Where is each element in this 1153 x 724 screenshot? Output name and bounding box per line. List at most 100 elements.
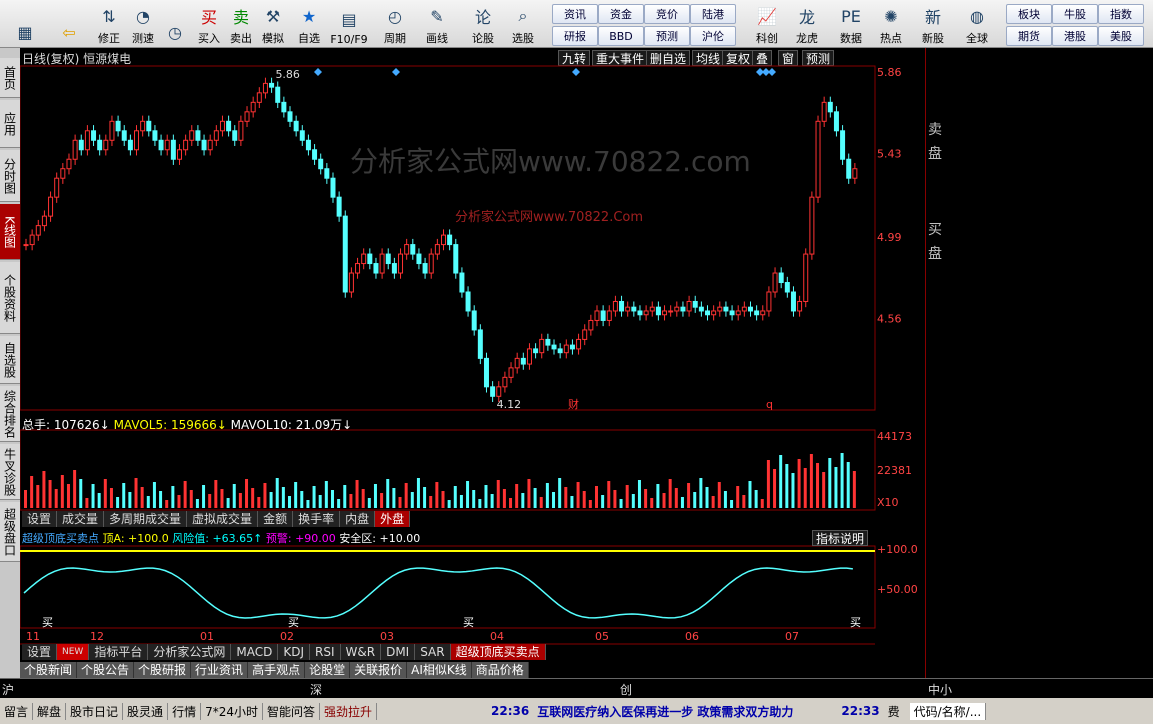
indicator-tab[interactable]: RSI: [310, 644, 341, 660]
buy-button[interactable]: 买买入: [192, 2, 226, 46]
arrow-up-down-button[interactable]: ⇅ 修正: [92, 2, 126, 46]
left-tab[interactable]: 分时图: [0, 150, 20, 202]
indicator-help-button[interactable]: 指标说明: [812, 530, 869, 546]
toolbar-small-button[interactable]: 板块: [1006, 4, 1052, 24]
back-button[interactable]: ⇦: [52, 2, 86, 46]
indicator-tab[interactable]: SAR: [415, 644, 451, 660]
index-label[interactable]: 深: [310, 681, 322, 698]
volume-tab[interactable]: 设置: [22, 511, 58, 527]
chart-button[interactable]: 📈 科创: [750, 2, 784, 46]
indicator-tab[interactable]: 分析家公式网: [148, 644, 232, 660]
toolbar-small-button[interactable]: 沪伦: [690, 26, 736, 46]
volume-tab[interactable]: 换手率: [293, 511, 341, 527]
status-button[interactable]: 行情: [168, 702, 202, 720]
index-label[interactable]: 沪: [2, 681, 14, 698]
info-tab[interactable]: 高手观点: [248, 662, 306, 678]
volume-tab[interactable]: 成交量: [57, 511, 105, 527]
candle-body: [772, 272, 778, 293]
indicator-tab[interactable]: 超级顶底买卖点: [450, 644, 546, 660]
left-tab[interactable]: 首页: [0, 58, 20, 98]
candle-body: [54, 177, 60, 198]
indicator-tab[interactable]: 指标平台: [89, 644, 149, 660]
indicator-tab[interactable]: KDJ: [278, 644, 311, 660]
chat-button[interactable]: 论论股: [466, 2, 500, 46]
info-tab[interactable]: 关联报价: [350, 662, 408, 678]
toolbar-small-button[interactable]: BBD: [598, 26, 644, 46]
info-tab[interactable]: 个股公告: [77, 662, 135, 678]
indicator-tab[interactable]: NEW: [57, 644, 90, 660]
toolbar-small-button[interactable]: 研报: [552, 26, 598, 46]
toolbar-small-button[interactable]: 资讯: [552, 4, 598, 24]
toolbar-small-button[interactable]: 资金: [598, 4, 644, 24]
indicator-tab[interactable]: 设置: [22, 644, 58, 660]
hot-button[interactable]: ✺ 热点: [874, 2, 908, 46]
volume-bar: [116, 497, 120, 508]
status-button[interactable]: 7*24小时: [201, 702, 263, 720]
grid-button[interactable]: ▦: [8, 2, 42, 46]
left-tab[interactable]: 应用: [0, 100, 20, 148]
clock-button[interactable]: ◷: [158, 2, 192, 46]
news-tail: 费: [887, 704, 900, 719]
info-tab[interactable]: 商品价格: [471, 662, 529, 678]
left-tab[interactable]: 牛叉诊股: [0, 444, 20, 500]
pe-button[interactable]: PE 数据: [834, 2, 868, 46]
info-tab[interactable]: 论股堂: [305, 662, 351, 678]
search-button[interactable]: ⌕ 选股: [506, 2, 540, 46]
left-tab[interactable]: K线图: [0, 204, 20, 260]
hammer-button[interactable]: ⚒ 模拟: [256, 2, 290, 46]
globe-button[interactable]: ◍ 全球: [960, 2, 994, 46]
volume-bar: [398, 497, 402, 508]
toolbar-small-button[interactable]: 美股: [1098, 26, 1144, 46]
period-button[interactable]: ◴ 周期: [378, 2, 412, 46]
info-tab[interactable]: AI相似K线: [407, 662, 472, 678]
info-tab[interactable]: 个股新闻: [20, 662, 78, 678]
indicator-tab[interactable]: DMI: [381, 644, 416, 660]
toolbar-label: 买入: [198, 32, 220, 45]
index-label[interactable]: 中小: [928, 681, 952, 698]
info-tab[interactable]: 个股研报: [134, 662, 192, 678]
speed-button[interactable]: ◔ 测速: [126, 2, 160, 46]
f10-button[interactable]: ▤ F10/F9: [330, 2, 367, 47]
volume-tab[interactable]: 多周期成交量: [104, 511, 188, 527]
buy-signal: 买: [42, 616, 53, 629]
volume-tab[interactable]: 虚拟成交量: [187, 511, 259, 527]
toolbar-small-button[interactable]: 指数: [1098, 4, 1144, 24]
toolbar-small-button[interactable]: 牛股: [1052, 4, 1098, 24]
bid-row: [926, 256, 1153, 274]
volume-tab[interactable]: 金额: [258, 511, 294, 527]
status-button[interactable]: 股市日记: [66, 702, 124, 720]
status-button[interactable]: 解盘: [33, 702, 67, 720]
toolbar-small-button[interactable]: 期货: [1006, 26, 1052, 46]
star-button[interactable]: ★ 自选: [292, 2, 326, 46]
toolbar-small-button[interactable]: 竞价: [644, 4, 690, 24]
candle-body: [72, 139, 78, 160]
toolbar-label: 修正: [98, 32, 120, 45]
toolbar-small-button[interactable]: 预测: [644, 26, 690, 46]
volume-bar: [656, 484, 660, 508]
globe-icon: ◍: [970, 6, 984, 26]
info-tab[interactable]: 行业资讯: [191, 662, 249, 678]
status-button[interactable]: 智能问答: [263, 702, 320, 720]
left-tab[interactable]: 个股资料: [0, 262, 20, 334]
volume-axis-label: 44173: [877, 430, 912, 443]
new-button[interactable]: 新新股: [916, 2, 950, 46]
status-button[interactable]: 留言: [0, 702, 34, 720]
indicator-tab[interactable]: W&R: [340, 644, 382, 660]
code-search-input[interactable]: 代码/名称/...: [909, 702, 987, 720]
indicator-tab[interactable]: MACD: [231, 644, 279, 660]
event-marker: [768, 68, 776, 76]
volume-tab[interactable]: 外盘: [375, 511, 411, 527]
left-tab[interactable]: 自选股: [0, 336, 20, 384]
left-tab[interactable]: 超级盘口: [0, 502, 20, 562]
toolbar-label: 卖出: [230, 32, 252, 45]
volume-tab[interactable]: 内盘: [340, 511, 376, 527]
index-label[interactable]: 创: [620, 681, 632, 698]
pen-button[interactable]: ✎ 画线: [420, 2, 454, 46]
sell-button[interactable]: 卖卖出: [224, 2, 258, 46]
left-tab[interactable]: 综合排名: [0, 386, 20, 442]
status-button[interactable]: 股灵通: [123, 702, 169, 720]
news-text[interactable]: 互联网医疗纳入医保再进一步 政策需求双方助力: [533, 703, 797, 720]
toolbar-small-button[interactable]: 港股: [1052, 26, 1098, 46]
toolbar-small-button[interactable]: 陆港: [690, 4, 736, 24]
dragon-button[interactable]: 龙龙虎: [790, 2, 824, 46]
